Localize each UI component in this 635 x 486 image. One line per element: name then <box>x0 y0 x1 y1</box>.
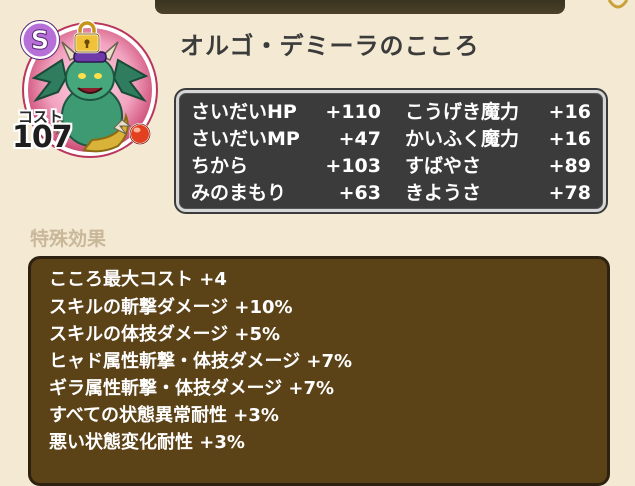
stat-value: +16 <box>548 101 591 123</box>
red-orb-icon <box>129 123 151 145</box>
stat-value: +110 <box>325 101 381 123</box>
heart-name: オルゴ・デミーラのこころ <box>180 32 480 60</box>
effect-line: ギラ属性斬撃・体技ダメージ +7% <box>49 378 335 399</box>
effect-line: こころ最大コスト +4 <box>49 269 227 290</box>
stat-row-defense: みのまもり +63 <box>191 180 381 206</box>
cost-value: 107 <box>12 120 73 155</box>
effect-line: すべての状態異常耐性 +3% <box>49 405 279 426</box>
stat-row-attack-magic: こうげき魔力 +16 <box>405 99 591 125</box>
stat-row-strength: ちから +103 <box>191 153 381 179</box>
effect-line: スキルの体技ダメージ +5% <box>49 324 281 345</box>
stat-row-heal-magic: かいふく魔力 +16 <box>405 126 591 152</box>
stat-value: +89 <box>548 155 591 177</box>
stat-name: みのまもり <box>191 182 287 204</box>
special-effects-title: 特殊効果 <box>30 228 107 250</box>
stat-name: ちから <box>191 155 249 177</box>
special-effects-panel: こころ最大コスト +4 スキルの斬撃ダメージ +10% スキルの体技ダメージ +… <box>28 256 610 486</box>
stat-row-max-hp: さいだいHP +110 <box>191 99 381 125</box>
rank-letter: S <box>31 26 50 56</box>
stat-name: こうげき魔力 <box>405 101 520 123</box>
stat-row-max-mp: さいだいMP +47 <box>191 126 381 152</box>
effect-line: ヒャド属性斬撃・体技ダメージ +7% <box>49 351 353 372</box>
stat-row-dexterity: きようさ +78 <box>405 180 591 206</box>
stat-name: さいだいHP <box>191 101 297 123</box>
padlock-icon[interactable] <box>72 20 102 54</box>
stat-name: すばやさ <box>405 155 482 177</box>
stat-value: +47 <box>338 128 381 150</box>
stat-name: きようさ <box>405 182 482 204</box>
top-frame-bar <box>155 0 565 14</box>
effect-line: スキルの斬撃ダメージ +10% <box>49 297 293 318</box>
stat-name: さいだいMP <box>191 128 300 150</box>
corner-ornament-icon <box>607 0 629 9</box>
stats-panel: さいだいHP +110 こうげき魔力 +16 さいだいMP +47 かいふく魔力… <box>176 90 606 212</box>
rank-s-badge-icon: S <box>20 20 60 60</box>
stat-name: かいふく魔力 <box>405 128 520 150</box>
stat-value: +16 <box>548 128 591 150</box>
effect-line: 悪い状態変化耐性 +3% <box>49 432 245 453</box>
stat-value: +63 <box>338 182 381 204</box>
stat-row-agility: すばやさ +89 <box>405 153 591 179</box>
stat-value: +78 <box>548 182 591 204</box>
stat-value: +103 <box>325 155 381 177</box>
